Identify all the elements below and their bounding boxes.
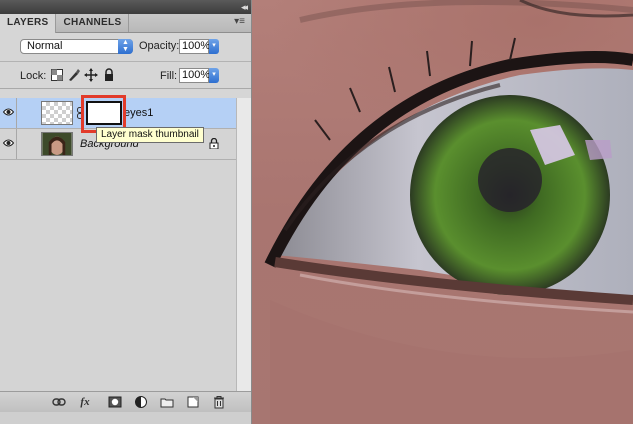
layers-scrollbar[interactable] (236, 98, 251, 391)
add-mask-icon[interactable] (108, 395, 122, 409)
lock-all-icon[interactable] (102, 68, 116, 82)
trash-icon[interactable] (212, 395, 226, 409)
panel-titlebar: ◂◂ (0, 0, 251, 14)
layers-bottom-toolbar: fx (0, 391, 251, 412)
tab-channels[interactable]: CHANNELS (56, 14, 130, 32)
lock-image-pixels-icon[interactable] (67, 68, 81, 82)
panel-footer (0, 412, 251, 424)
lock-position-icon[interactable] (84, 68, 98, 82)
lock-fill-row: Lock: Fill: 100% ▾ (0, 62, 251, 89)
panel-tabs: LAYERS CHANNELS ▾≡ (0, 14, 251, 33)
eye-icon (3, 108, 14, 116)
new-group-icon[interactable] (160, 395, 174, 409)
blend-opacity-row: Normal ▲ ▼ Opacity: 100% ▾ (0, 33, 251, 62)
visibility-toggle[interactable] (0, 129, 17, 159)
blend-mode-select[interactable]: Normal ▲ ▼ (20, 39, 133, 54)
tooltip: Layer mask thumbnail (96, 127, 204, 143)
collapse-panel-button[interactable]: ◂◂ (241, 1, 248, 13)
layer-thumbnail[interactable] (41, 101, 73, 125)
fill-field[interactable]: 100% (179, 68, 210, 83)
layer-name[interactable]: eyes1 (124, 107, 153, 119)
fill-dropdown-icon[interactable]: ▾ (209, 68, 219, 83)
opacity-field[interactable]: 100% (179, 39, 210, 54)
adjustment-layer-icon[interactable] (134, 395, 148, 409)
lock-transparent-pixels-icon[interactable] (50, 68, 64, 82)
lock-label: Lock: (20, 70, 47, 82)
visibility-toggle[interactable] (0, 98, 17, 128)
blend-mode-value: Normal (27, 40, 63, 52)
background-thumbnail[interactable] (41, 132, 73, 156)
eye-icon (3, 139, 14, 147)
fx-icon[interactable]: fx (78, 395, 92, 409)
new-layer-icon[interactable] (186, 395, 200, 409)
fill-label: Fill: (160, 70, 178, 82)
link-layers-icon[interactable] (52, 395, 66, 409)
opacity-dropdown-icon[interactable]: ▾ (209, 39, 219, 54)
tab-layers[interactable]: LAYERS (0, 14, 57, 33)
layer-lock-icon (209, 138, 219, 149)
panel-menu-button[interactable]: ▾≡ (234, 16, 245, 27)
blend-mode-arrows-icon: ▲ ▼ (118, 39, 133, 54)
opacity-label: Opacity: (139, 40, 180, 52)
